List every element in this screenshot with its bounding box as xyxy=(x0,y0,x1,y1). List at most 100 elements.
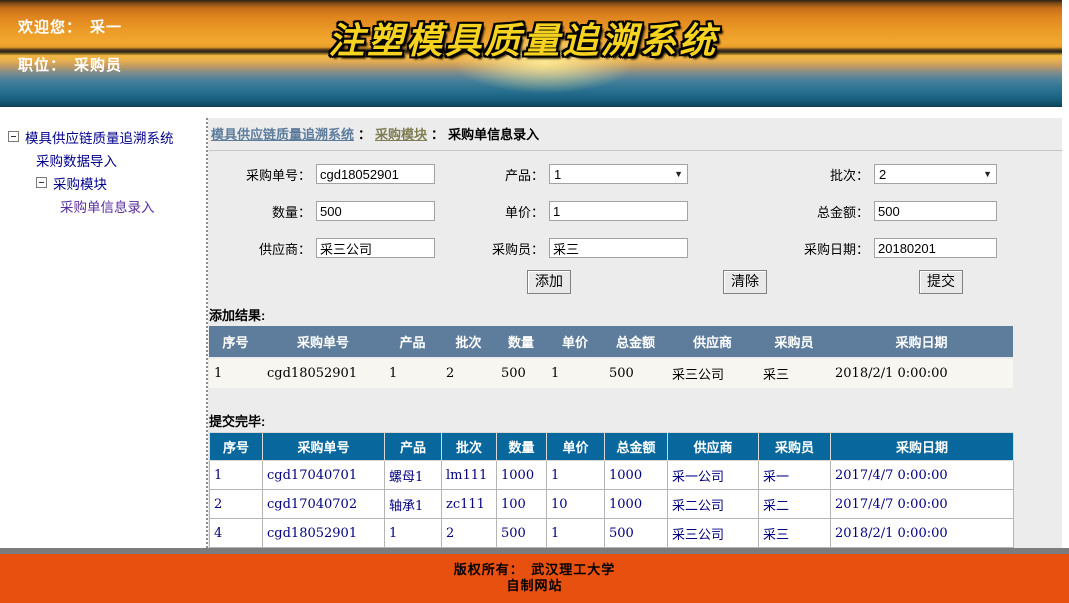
table-cell: cgd17040702 xyxy=(262,489,385,519)
sidebar-item-data-import[interactable]: 采购数据导入 xyxy=(0,148,206,171)
column-header: 采购单号 xyxy=(262,432,385,461)
submit-button[interactable]: 提交 xyxy=(919,270,963,294)
breadcrumb: 模具供应链质量追溯系统：采购模块：采购单信息录入 xyxy=(209,118,1062,151)
purchase-date-label: 采购日期： xyxy=(803,241,869,257)
position-line: 职位： 采购员 xyxy=(18,54,122,74)
total-amount-label: 总金额： xyxy=(816,204,869,220)
column-header: 数量 xyxy=(496,326,546,359)
batch-select-value: 2 xyxy=(879,166,887,182)
table-cell: 2017/4/7 0:00:00 xyxy=(830,460,1014,490)
table-row: 1 cgd17040701 螺母1 lm111 1000 1 1000 采一公司 采一 2017/… xyxy=(209,460,1014,490)
add-button[interactable]: 添加 xyxy=(527,270,571,294)
submitted-table: 序号 采购单号 产品 批次 数量 单价 总金额 供应商 采购员 采购日期 1 cgd17040701 螺… xyxy=(209,432,1014,548)
table-cell: 2018/2/1 0:00:00 xyxy=(830,358,1013,388)
table-cell: cgd18052901 xyxy=(262,358,384,388)
main-panel: 模具供应链质量追溯系统：采购模块：采购单信息录入 采购单号： 产品： 1 ▼ 批… xyxy=(208,118,1062,548)
unit-price-label: 单价： xyxy=(504,204,544,220)
table-cell: 10 xyxy=(546,489,605,519)
table-cell: 采二 xyxy=(758,489,831,519)
table-row: 2 cgd17040702 轴承1 zc111 100 10 1000 采二公司 采二 2017/… xyxy=(209,489,1014,519)
column-header: 总金额 xyxy=(604,432,668,461)
table-cell: zc111 xyxy=(441,489,497,519)
purchase-date-input[interactable] xyxy=(874,238,997,258)
supplier-label: 供应商： xyxy=(258,241,311,257)
sidebar-item-label: 采购模块 xyxy=(53,176,107,192)
table-cell: 2 xyxy=(441,358,496,388)
column-header: 供应商 xyxy=(667,326,758,359)
sidebar-item-label: 采购单信息录入 xyxy=(60,199,155,215)
column-header: 采购员 xyxy=(758,326,830,359)
welcome-username: 采一 xyxy=(90,18,123,36)
table-cell: lm111 xyxy=(441,460,497,490)
column-header: 采购单号 xyxy=(262,326,384,359)
add-result-table: 序号 采购单号 产品 批次 数量 单价 总金额 供应商 采购员 采购日期 1 cgd18052901 1… xyxy=(209,326,1013,388)
table-cell: 1 xyxy=(546,460,605,490)
welcome-label: 欢迎您： xyxy=(18,18,83,36)
sidebar-item-purchase-module[interactable]: 采购模块 xyxy=(0,171,206,194)
welcome-line: 欢迎您： 采一 xyxy=(18,16,122,36)
chevron-down-icon: ▼ xyxy=(674,169,683,179)
product-label: 产品： xyxy=(504,167,544,183)
sidebar-tree: 模具供应链质量追溯系统 采购数据导入 采购模块 采购单信息录入 xyxy=(0,118,208,548)
footer: 版权所有： 武汉理工大学 自制网站 xyxy=(0,548,1069,603)
column-header: 采购日期 xyxy=(830,326,1013,359)
chevron-down-icon: ▼ xyxy=(983,169,992,179)
column-header: 供应商 xyxy=(667,432,759,461)
purchaser-label: 采购员： xyxy=(491,241,544,257)
quantity-input[interactable] xyxy=(316,201,435,221)
table-cell: 采三 xyxy=(758,358,830,388)
total-amount-input[interactable] xyxy=(874,201,997,221)
product-select[interactable]: 1 ▼ xyxy=(549,164,688,184)
column-header: 采购员 xyxy=(758,432,831,461)
submitted-label: 提交完毕: xyxy=(209,414,266,429)
breadcrumb-separator: ： xyxy=(358,127,372,142)
sidebar-item-system-root[interactable]: 模具供应链质量追溯系统 xyxy=(0,125,206,148)
form-row-3: 供应商： 采购员： 采购日期： xyxy=(209,237,1062,259)
batch-select[interactable]: 2 ▼ xyxy=(874,164,997,184)
column-header: 序号 xyxy=(209,326,262,359)
table-cell: 1 xyxy=(209,358,262,388)
breadcrumb-link-system[interactable]: 模具供应链质量追溯系统 xyxy=(211,127,354,142)
app-title: 注塑模具质量追溯系统 xyxy=(328,20,719,62)
table-cell: 螺母1 xyxy=(384,460,442,490)
column-header: 批次 xyxy=(441,432,497,461)
purchaser-input[interactable] xyxy=(549,238,688,258)
collapse-minus-icon[interactable] xyxy=(36,177,47,188)
column-header: 总金额 xyxy=(604,326,667,359)
content: 模具供应链质量追溯系统 采购数据导入 采购模块 采购单信息录入 模具供应链质量追… xyxy=(0,118,1062,548)
unit-price-input[interactable] xyxy=(549,201,688,221)
table-cell: 采三公司 xyxy=(667,518,759,548)
table-cell: cgd17040701 xyxy=(262,460,385,490)
header-gap xyxy=(0,107,1069,118)
table-cell: 2 xyxy=(209,489,263,519)
site-credit-line: 自制网站 xyxy=(506,578,563,593)
table-cell: 1 xyxy=(546,518,605,548)
breadcrumb-link-module[interactable]: 采购模块 xyxy=(375,127,427,142)
column-header: 单价 xyxy=(546,432,605,461)
table-cell: 2017/4/7 0:00:00 xyxy=(830,489,1014,519)
table-header-row: 序号 采购单号 产品 批次 数量 单价 总金额 供应商 采购员 采购日期 xyxy=(209,432,1014,461)
order-no-input[interactable] xyxy=(316,164,435,184)
table-row: 4 cgd18052901 1 2 500 1 500 采三公司 采三 2018/2/1 0:00… xyxy=(209,518,1014,548)
position-label: 职位： xyxy=(18,56,67,74)
supplier-input[interactable] xyxy=(316,238,435,258)
table-cell: 采三 xyxy=(758,518,831,548)
table-cell: 采一公司 xyxy=(667,460,759,490)
collapse-minus-icon[interactable] xyxy=(8,131,19,142)
footer-bar: 版权所有： 武汉理工大学 自制网站 xyxy=(0,554,1069,603)
table-cell: 500 xyxy=(604,358,667,388)
page: 欢迎您： 采一 职位： 采购员 注塑模具质量追溯系统 模具供应链质量追溯系统 采… xyxy=(0,0,1069,603)
sidebar-item-order-entry[interactable]: 采购单信息录入 xyxy=(0,194,206,217)
table-cell: 1 xyxy=(546,358,604,388)
breadcrumb-separator: ： xyxy=(431,127,445,142)
table-cell: 1 xyxy=(209,460,263,490)
quantity-label: 数量： xyxy=(271,204,311,220)
clear-button[interactable]: 清除 xyxy=(723,270,767,294)
table-cell: 1 xyxy=(384,358,441,388)
form-row-1: 采购单号： 产品： 1 ▼ 批次： 2 ▼ xyxy=(209,163,1062,185)
batch-label: 批次： xyxy=(829,167,869,183)
table-cell: 2 xyxy=(441,518,497,548)
table-cell: 100 xyxy=(496,489,547,519)
table-cell: 1000 xyxy=(604,489,668,519)
table-cell: 1 xyxy=(384,518,442,548)
